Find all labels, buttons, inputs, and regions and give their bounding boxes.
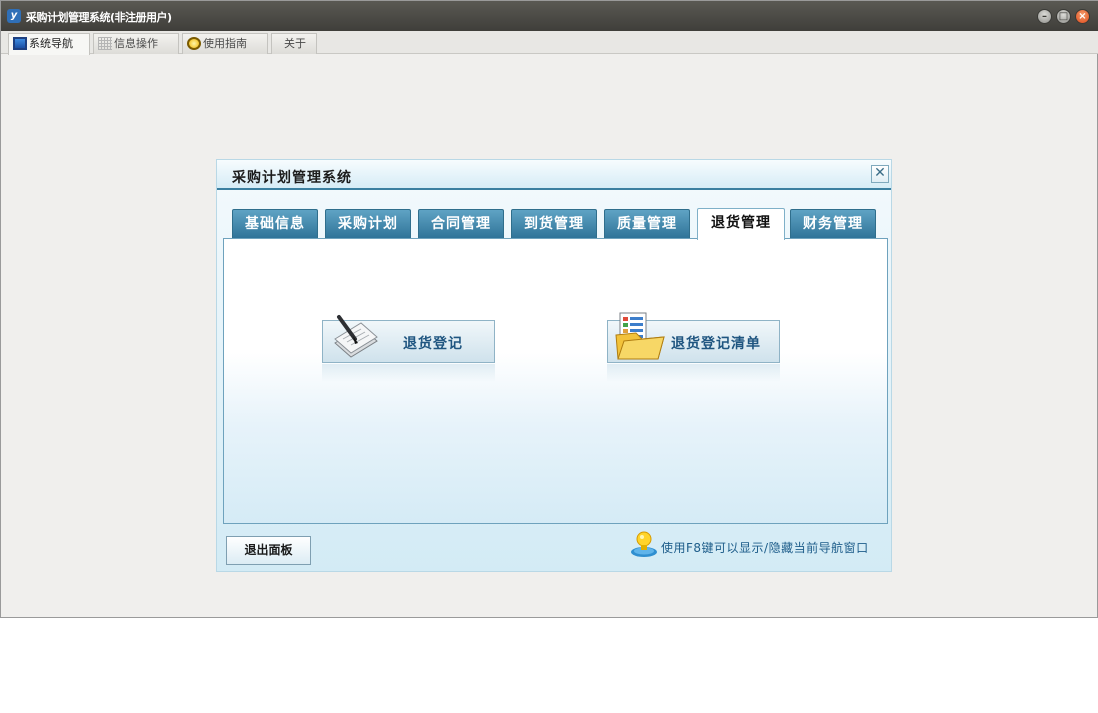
tab-label: 使用指南 bbox=[203, 37, 247, 50]
tab-label: 系统导航 bbox=[29, 37, 73, 50]
help-icon bbox=[187, 37, 201, 50]
tab-system-navigation[interactable]: 系统导航 bbox=[8, 33, 90, 55]
tab-finance-management[interactable]: 财务管理 bbox=[790, 209, 876, 239]
exit-panel-button[interactable]: 退出面板 bbox=[226, 536, 311, 565]
navigation-panel: 采购计划管理系统 ✕ 基础信息 采购计划 合同管理 到货管理 质量管理 退货管理… bbox=[216, 159, 892, 572]
return-registration-button[interactable]: 退货登记 bbox=[322, 315, 495, 363]
close-window-button[interactable]: × bbox=[1075, 9, 1090, 24]
return-registration-list-button[interactable]: 退货登记清单 bbox=[607, 312, 780, 363]
tab-quality-management[interactable]: 质量管理 bbox=[604, 209, 690, 239]
button-reflection bbox=[322, 364, 495, 382]
tab-info-operations[interactable]: 信息操作 bbox=[93, 33, 179, 54]
tab-return-management[interactable]: 退货管理 bbox=[697, 208, 785, 240]
tab-label: 关于 bbox=[284, 37, 306, 50]
main-tab-strip: 系统导航 信息操作 使用指南 关于 bbox=[1, 31, 1098, 55]
action-label: 退货登记清单 bbox=[671, 336, 761, 352]
monitor-icon bbox=[13, 37, 27, 50]
maximize-button[interactable]: □ bbox=[1056, 9, 1071, 24]
tab-about[interactable]: 关于 bbox=[271, 33, 317, 54]
app-window: y 采购计划管理系统(非注册用户) – □ × 系统导航 信息操作 使用指南 关… bbox=[0, 0, 1098, 618]
app-logo-icon: y bbox=[7, 9, 21, 23]
tab-user-guide[interactable]: 使用指南 bbox=[182, 33, 268, 54]
panel-close-button[interactable]: ✕ bbox=[871, 165, 889, 183]
window-title: 采购计划管理系统(非注册用户) bbox=[26, 11, 172, 24]
title-bar[interactable]: y 采购计划管理系统(非注册用户) – □ × bbox=[1, 1, 1098, 31]
folder-list-icon bbox=[615, 312, 665, 360]
button-reflection bbox=[607, 364, 780, 382]
tab-contract-management[interactable]: 合同管理 bbox=[418, 209, 504, 239]
tab-purchase-plan[interactable]: 采购计划 bbox=[325, 209, 411, 239]
hint-text: 使用F8键可以显示/隐藏当前导航窗口 bbox=[661, 541, 869, 555]
action-label: 退货登记 bbox=[403, 336, 463, 352]
minimize-button[interactable]: – bbox=[1037, 9, 1052, 24]
lightbulb-icon bbox=[631, 531, 657, 557]
panel-header: 采购计划管理系统 ✕ bbox=[217, 160, 891, 190]
panel-title: 采购计划管理系统 bbox=[232, 170, 352, 186]
tab-content-area: 退货登记 退货登记清单 bbox=[223, 238, 888, 524]
tab-arrival-management[interactable]: 到货管理 bbox=[511, 209, 597, 239]
grid-icon bbox=[98, 37, 112, 50]
tab-basic-info[interactable]: 基础信息 bbox=[232, 209, 318, 239]
tab-label: 信息操作 bbox=[114, 37, 158, 50]
edit-document-icon bbox=[334, 315, 378, 358]
